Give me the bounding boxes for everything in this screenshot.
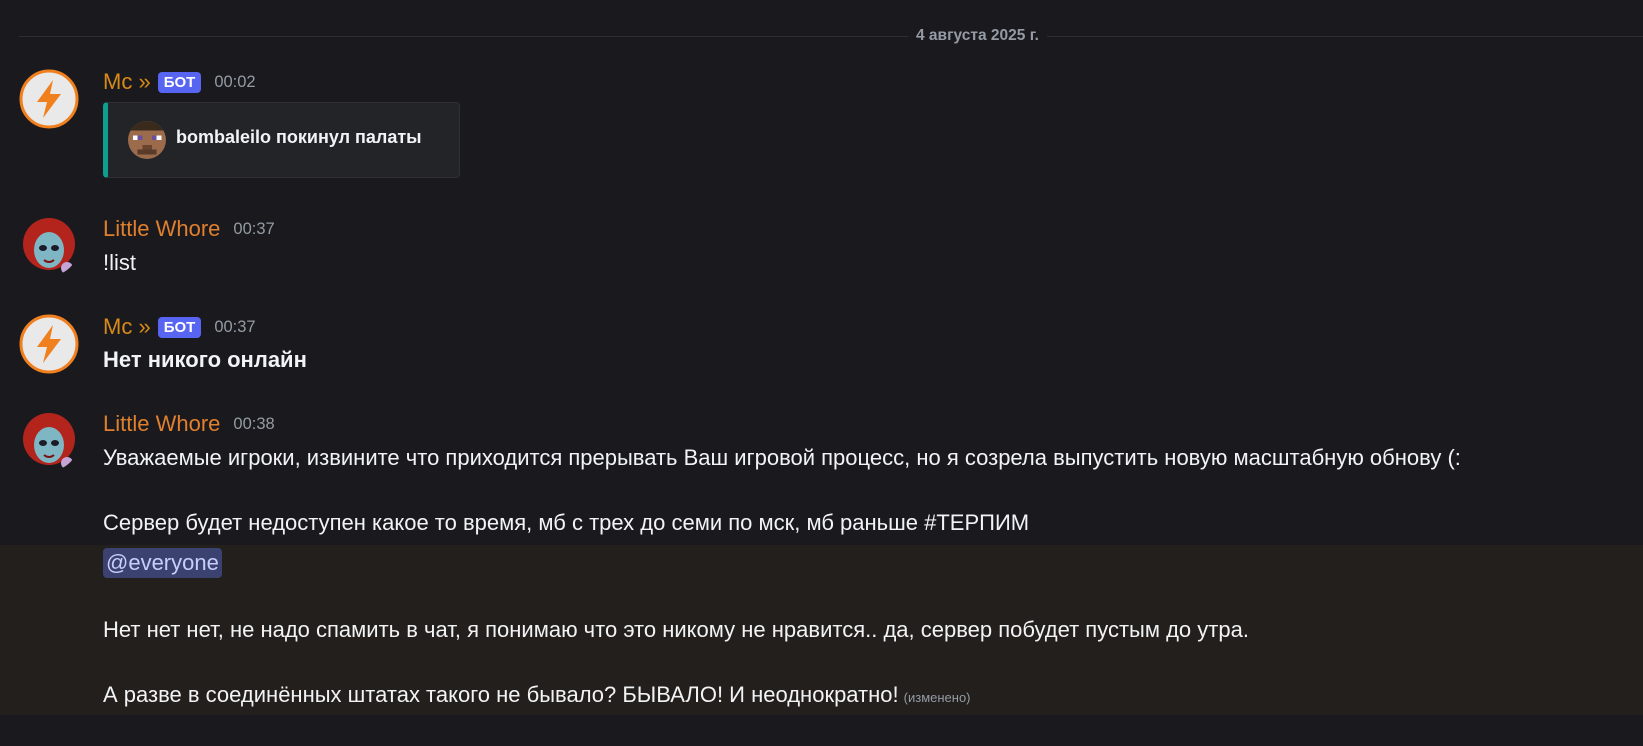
message-line-text: А разве в соединённых штатах такого не б… <box>103 682 899 707</box>
date-divider <box>19 36 1643 37</box>
message-line: Уважаемые игроки, извините что приходитс… <box>103 445 1461 470</box>
bot-tag: БОТ <box>157 316 202 338</box>
timestamp[interactable]: 00:02 <box>214 73 255 92</box>
message-text: !list <box>103 250 136 275</box>
author-name[interactable]: Little Whore <box>103 216 220 242</box>
message-text: Нет никого онлайн <box>103 347 307 372</box>
bot-avatar[interactable] <box>19 314 79 374</box>
message-line-last: А разве в соединённых штатах такого не б… <box>103 681 971 712</box>
bot-avatar[interactable] <box>19 69 79 129</box>
message-header: Little Whore 00:37 <box>103 216 275 242</box>
date-divider-label: 4 августа 2025 г. <box>908 26 1047 46</box>
message-line: Сервер будет недоступен какое то время, … <box>103 510 1030 535</box>
message-line: Нет нет нет, не надо спамить в чат, я по… <box>103 617 1249 642</box>
everyone-mention[interactable]: @everyone <box>103 548 222 578</box>
timestamp[interactable]: 00:37 <box>214 318 255 337</box>
embed-title: bombaleilo покинул палаты <box>176 127 422 147</box>
message-header: Mc » БОТ 00:37 <box>103 314 256 340</box>
embed-card: bombaleilo покинул палаты <box>103 102 460 178</box>
timestamp[interactable]: 00:37 <box>233 220 274 239</box>
message-header: Mc » БОТ 00:02 <box>103 69 256 95</box>
lightning-bolt-icon <box>19 69 79 129</box>
clown-face-avatar <box>19 216 79 276</box>
bot-tag: БОТ <box>157 71 202 93</box>
author-name[interactable]: Little Whore <box>103 411 220 437</box>
user-avatar[interactable] <box>19 411 79 471</box>
timestamp[interactable]: 00:38 <box>233 415 274 434</box>
author-name[interactable]: Mc » <box>103 314 151 340</box>
edited-label: (изменено) <box>903 690 971 705</box>
lightning-bolt-icon <box>19 314 79 374</box>
user-avatar[interactable] <box>19 216 79 276</box>
clown-face-avatar <box>19 411 79 471</box>
message-header: Little Whore 00:38 <box>103 411 275 437</box>
author-name[interactable]: Mc » <box>103 69 151 95</box>
minecraft-head-icon <box>128 121 166 159</box>
